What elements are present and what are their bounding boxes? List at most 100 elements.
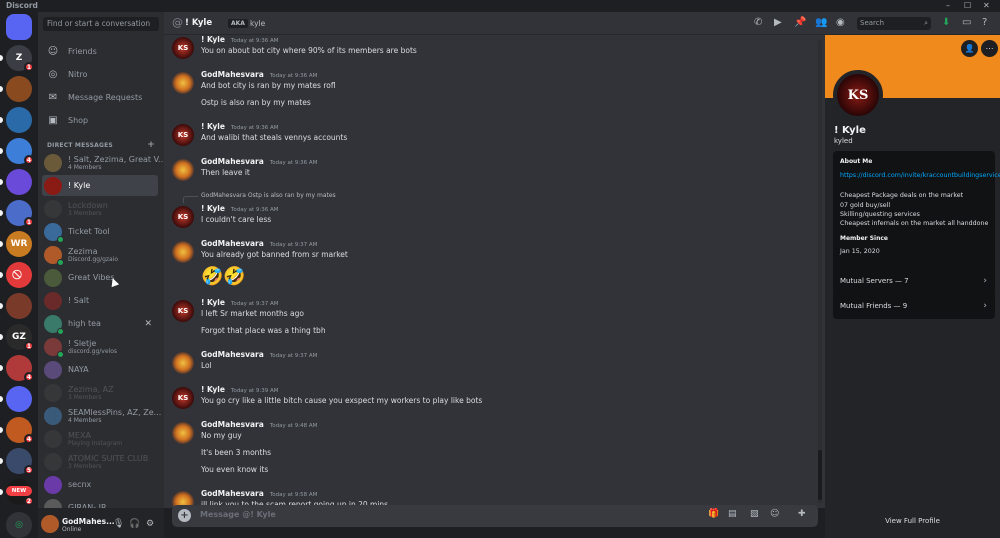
nav-friends[interactable]: ☺ Friends: [42, 41, 160, 61]
avatar[interactable]: [172, 72, 194, 94]
dm-item[interactable]: Ticket Tool: [42, 221, 158, 243]
headphones-icon[interactable]: 🎧: [129, 519, 140, 529]
add-friend-icon[interactable]: 👤: [961, 40, 978, 57]
video-icon[interactable]: ▶: [774, 17, 782, 28]
message-author[interactable]: ! Kyle: [201, 385, 225, 394]
gift-icon[interactable]: 🎁: [708, 509, 719, 519]
dm-subtext: 3 Members: [68, 393, 102, 401]
close-icon[interactable]: ✕: [144, 319, 152, 329]
dm-item[interactable]: ATOMIC SUITE CLUB 3 Members: [42, 451, 158, 472]
dm-item[interactable]: NAYA: [42, 359, 158, 380]
dm-item[interactable]: secnx: [42, 474, 158, 495]
message-author[interactable]: GodMahesvara: [201, 489, 264, 498]
message-author[interactable]: GodMahesvara: [201, 420, 264, 429]
profile-avatar[interactable]: KS: [833, 70, 883, 120]
avatar[interactable]: KS: [172, 206, 194, 228]
avatar[interactable]: [172, 352, 194, 374]
nav-message-requests[interactable]: ✉ Message Requests: [42, 87, 160, 107]
dm-item[interactable]: ! Kyle: [42, 175, 158, 196]
add-friend-icon[interactable]: 👥: [815, 17, 827, 28]
message-author[interactable]: ! Kyle: [201, 204, 225, 213]
avatar[interactable]: KS: [172, 387, 194, 409]
message-author[interactable]: ! Kyle: [201, 35, 225, 44]
dm-search-input[interactable]: Find or start a conversation: [43, 17, 159, 31]
server-icon[interactable]: ⃠: [6, 262, 32, 288]
message-composer[interactable]: + Message @! Kyle 🎁 ▤ ▧ ☺ ✚: [172, 505, 818, 527]
call-icon[interactable]: ✆: [754, 17, 762, 28]
message-author[interactable]: GodMahesvara: [201, 239, 264, 248]
search-placeholder: Search: [860, 19, 885, 27]
mutual-servers-button[interactable]: Mutual Servers — 7 ›: [833, 268, 995, 294]
reply-preview[interactable]: GodMahesvara Ostp is also ran by my mate…: [183, 192, 336, 203]
message-text: You even know its: [201, 465, 269, 474]
avatar[interactable]: [172, 159, 194, 181]
server-icon[interactable]: [6, 386, 32, 412]
server-icon[interactable]: [6, 293, 32, 319]
message-author[interactable]: GodMahesvara: [201, 157, 264, 166]
about-header: About Me: [840, 158, 873, 165]
discord-home-icon[interactable]: [6, 14, 32, 40]
dm-item[interactable]: SEAMlessPins, AZ, Ze... 4 Members: [42, 405, 161, 426]
about-link[interactable]: https://discord.com/invite/kraccountbuil…: [840, 171, 1000, 180]
sticker-icon[interactable]: ▧: [750, 509, 759, 519]
avatar[interactable]: KS: [172, 300, 194, 322]
message-input[interactable]: Message @! Kyle: [200, 510, 276, 519]
emoji-icon[interactable]: ☺: [770, 509, 779, 519]
avatar[interactable]: [172, 241, 194, 263]
server-icon[interactable]: [6, 76, 32, 102]
add-dm-icon[interactable]: +: [147, 140, 155, 150]
message-author[interactable]: GodMahesvara: [201, 350, 264, 359]
attach-icon[interactable]: +: [178, 509, 191, 522]
message-author[interactable]: GodMahesvara: [201, 70, 264, 79]
gear-icon[interactable]: ⚙: [146, 519, 154, 529]
dm-item[interactable]: MEXA Playing Instagram: [42, 428, 158, 449]
server-icon[interactable]: [6, 169, 32, 195]
dm-item[interactable]: ! Sletje discord.gg/velos: [42, 336, 158, 358]
dm-item[interactable]: Lockdown 3 Members: [42, 198, 158, 219]
server-icon[interactable]: WR: [6, 231, 32, 257]
dm-item[interactable]: ! Salt, Zezima, Great V... 4 Members: [42, 152, 166, 173]
avatar[interactable]: KS: [172, 124, 194, 146]
more-options-icon[interactable]: ⋯: [981, 40, 998, 57]
inbox-icon[interactable]: ▭: [962, 17, 971, 28]
microphone-icon[interactable]: 🎙: [113, 519, 124, 529]
unread-indicator: [0, 334, 3, 340]
minimize-icon[interactable]: –: [946, 0, 950, 12]
dm-item[interactable]: Zezima, AZ 3 Members: [42, 382, 158, 403]
message-text: And walibi that steals vennys accounts: [201, 133, 348, 142]
message-author[interactable]: ! Kyle: [201, 298, 225, 307]
dm-item[interactable]: ! Salt: [42, 290, 158, 311]
message-timestamp: Today at 9:37 AM: [230, 301, 279, 307]
avatar[interactable]: [41, 515, 59, 533]
header-search-input[interactable]: Search ⌕: [857, 17, 931, 30]
close-window-icon[interactable]: ✕: [983, 0, 990, 12]
chat-scrollbar[interactable]: [818, 40, 822, 503]
mutual-friends-button[interactable]: Mutual Friends — 9 ›: [833, 293, 995, 319]
avatar[interactable]: KS: [172, 37, 194, 59]
server-rail: Z141WR⃠GZ1445S2NEW◎: [0, 12, 38, 538]
server-icon[interactable]: [6, 107, 32, 133]
message-author-row: ! Kyle Today at 9:36 AM: [201, 204, 278, 213]
unread-indicator: [0, 303, 3, 309]
message-list: KS ! Kyle Today at 9:36 AM You on about bot…: [164, 35, 825, 508]
help-icon[interactable]: ?: [982, 17, 987, 28]
avatar[interactable]: [172, 422, 194, 444]
explore-icon[interactable]: ◎: [6, 512, 32, 538]
download-icon[interactable]: ⬇: [942, 17, 950, 28]
view-full-profile-link[interactable]: View Full Profile: [825, 517, 1000, 525]
nav-shop[interactable]: ▣ Shop: [42, 110, 160, 130]
dm-item[interactable]: Great Vibes: [42, 267, 158, 288]
dm-item[interactable]: high tea ✕: [42, 313, 158, 335]
apps-icon[interactable]: ✚: [798, 509, 806, 519]
message-author[interactable]: ! Kyle: [201, 122, 225, 131]
maximize-icon[interactable]: ☐: [964, 0, 971, 12]
profile-icon[interactable]: ◉: [836, 17, 845, 28]
pin-icon[interactable]: 📌: [794, 17, 806, 28]
dm-item[interactable]: Zezima Discord.gg/gzaio: [42, 244, 158, 266]
gif-icon[interactable]: ▤: [728, 509, 737, 519]
dm-subtext: 4 Members: [68, 163, 102, 171]
member-since-date: Jan 15, 2020: [840, 248, 880, 255]
scroll-thumb[interactable]: [818, 450, 822, 500]
chat-header: @ ! Kyle AKA kyle ✆ ▶ 📌 👥 ◉ Search ⌕ ⬇ ▭ …: [164, 12, 1000, 35]
nav-nitro[interactable]: ◎ Nitro: [42, 64, 160, 84]
